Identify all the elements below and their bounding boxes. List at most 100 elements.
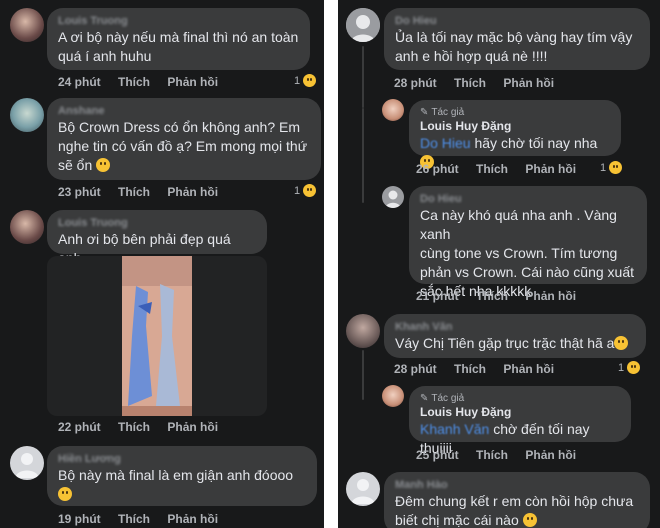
wow-reaction-icon — [627, 361, 641, 374]
reaction-count: 1 — [618, 361, 625, 374]
avatar[interactable] — [10, 98, 44, 132]
comment-text: Đêm chung kết r em còn hồi hộp chưa biết… — [395, 493, 634, 528]
reaction-summary[interactable]: 1 — [600, 161, 623, 174]
comment-bubble: Hiền Lương Bộ này mà final là em giận an… — [47, 446, 317, 506]
avatar[interactable] — [346, 314, 380, 348]
avatar[interactable] — [10, 8, 44, 42]
timestamp: 26 phút — [416, 162, 459, 176]
reply-button[interactable]: Phản hồi — [503, 76, 554, 90]
timestamp: 28 phút — [394, 362, 437, 376]
like-button[interactable]: Thích — [454, 362, 486, 376]
timestamp: 24 phút — [58, 75, 101, 89]
default-avatar-icon — [351, 479, 375, 504]
comment-bubble: Louis Truong A ơi bộ này nếu mà final th… — [47, 8, 310, 70]
comment-meta: 26 phút Thích Phản hồi — [416, 162, 590, 176]
laughing-emoji-icon — [522, 513, 537, 527]
reply-thread-line — [362, 46, 364, 108]
author-badge-icon: ✎ — [420, 107, 429, 118]
comment-bubble: Anshane Bộ Crown Dress có ổn không anh? … — [47, 98, 321, 180]
commenter-name[interactable]: Louis Truong — [58, 216, 256, 230]
reply-bubble: ✎ Tác giả Louis Huy Đặng Do Hieu hãy chờ… — [409, 100, 621, 169]
comment-text: Bộ này mà final là em giận anh đóooo — [58, 466, 306, 504]
reply-button[interactable]: Phản hồi — [503, 362, 554, 376]
comment-bubble: Khanh Văn Váy Chị Tiên gặp trục trặc thậ… — [384, 314, 646, 358]
reply-button[interactable]: Phản hồi — [167, 185, 218, 199]
comment-meta: 28 phút Thích Phản hồi — [394, 76, 568, 90]
comment-meta: 21 phút Thích Phản hồi — [416, 289, 590, 303]
comment-text: A ơi bộ này nếu mà final thì nó an toàn … — [58, 29, 299, 64]
reply-button[interactable]: Phản hồi — [167, 75, 218, 89]
commenter-name[interactable]: Hiền Lương — [58, 452, 306, 466]
comment-text: Ủa là tối nay mặc bộ vàng hay tím vậy an… — [395, 29, 633, 64]
timestamp: 25 phút — [416, 448, 459, 462]
profile-photo-icon — [385, 190, 401, 208]
reply-button[interactable]: Phản hồi — [525, 448, 576, 462]
reply-button[interactable]: Phản hồi — [525, 289, 576, 303]
profile-photo-icon — [346, 8, 380, 42]
commenter-name[interactable]: Louis Huy Đặng — [420, 405, 620, 420]
avatar[interactable] — [346, 472, 380, 506]
reply-bubble: ✎ Tác giả Louis Huy Đặng Khanh Văn chờ đ… — [409, 386, 631, 456]
timestamp: 23 phút — [58, 185, 101, 199]
author-badge: ✎ Tác giả — [420, 393, 465, 404]
like-button[interactable]: Thích — [476, 448, 508, 462]
comment-text: Váy Chị Tiên gặp trục trặc thật hã a — [395, 334, 635, 353]
reaction-summary[interactable]: 1 — [618, 361, 641, 374]
commenter-name[interactable]: Louis Huy Đặng — [420, 119, 610, 134]
commenter-name[interactable]: Anshane — [58, 104, 310, 118]
commenter-name[interactable]: Khanh Văn — [395, 320, 635, 334]
commenter-name[interactable]: Louis Truong — [58, 14, 299, 28]
reaction-count: 1 — [294, 184, 301, 197]
comment-bubble: Manh Hào Đêm chung kết r em còn hồi hộp … — [384, 472, 650, 528]
wow-reaction-icon — [609, 161, 623, 174]
dress-photo[interactable] — [122, 256, 192, 416]
timestamp: 21 phút — [416, 289, 459, 303]
dress-image — [122, 256, 192, 416]
right-comments-panel: Do Hieu Ủa là tối nay mặc bộ vàng hay tí… — [338, 0, 660, 528]
avatar[interactable] — [10, 446, 44, 480]
comment-meta: 25 phút Thích Phản hồi — [416, 448, 590, 462]
like-button[interactable]: Thích — [476, 289, 508, 303]
author-badge: ✎ Tác giả — [420, 107, 465, 118]
mentioned-user-link[interactable]: Do Hieu — [420, 135, 471, 151]
timestamp: 22 phút — [58, 420, 101, 434]
author-badge-icon: ✎ — [420, 393, 429, 404]
reaction-count: 1 — [600, 161, 607, 174]
author-avatar[interactable] — [382, 385, 404, 407]
avatar[interactable] — [382, 186, 404, 208]
reply-bubble: Do Hieu Ca này khó quá nha anh . Vàng xa… — [409, 186, 647, 299]
like-button[interactable]: Thích — [476, 162, 508, 176]
reaction-count: 1 — [294, 74, 301, 87]
like-button[interactable]: Thích — [118, 75, 150, 89]
mentioned-user-link[interactable]: Khanh Văn — [420, 421, 489, 437]
commenter-name[interactable]: Manh Hào — [395, 478, 639, 492]
reaction-summary[interactable]: 1 — [294, 184, 317, 197]
timestamp: 28 phút — [394, 76, 437, 90]
reaction-summary[interactable]: 1 — [294, 74, 317, 87]
like-button[interactable]: Thích — [118, 420, 150, 434]
author-avatar[interactable] — [382, 99, 404, 121]
timestamp: 19 phút — [58, 512, 101, 526]
comment-text: Ca này khó quá nha anh . Vàng xanh cùng … — [420, 207, 635, 299]
comment-bubble: Do Hieu Ủa là tối nay mặc bộ vàng hay tí… — [384, 8, 650, 70]
comment-text: Bộ Crown Dress có ổn không anh? Em nghe … — [58, 119, 308, 173]
reply-button[interactable]: Phản hồi — [525, 162, 576, 176]
comment-meta: 22 phút Thích Phản hồi — [58, 420, 232, 434]
like-button[interactable]: Thích — [454, 76, 486, 90]
like-button[interactable]: Thích — [118, 185, 150, 199]
wow-reaction-icon — [303, 74, 317, 87]
comment-meta: 24 phút Thích Phản hồi — [58, 75, 232, 89]
left-comments-panel: Louis Truong A ơi bộ này nếu mà final th… — [0, 0, 324, 528]
reply-button[interactable]: Phản hồi — [167, 512, 218, 526]
default-avatar-icon — [15, 453, 39, 478]
worried-emoji-icon — [96, 158, 111, 172]
reply-thread-line — [362, 350, 364, 400]
commenter-name[interactable]: Do Hieu — [420, 192, 636, 206]
reply-button[interactable]: Phản hồi — [167, 420, 218, 434]
avatar[interactable] — [346, 8, 380, 42]
like-button[interactable]: Thích — [118, 512, 150, 526]
worried-emoji-icon — [58, 487, 72, 501]
comment-meta: 28 phút Thích Phản hồi — [394, 362, 568, 376]
avatar[interactable] — [10, 210, 44, 244]
commenter-name[interactable]: Do Hieu — [395, 14, 639, 28]
